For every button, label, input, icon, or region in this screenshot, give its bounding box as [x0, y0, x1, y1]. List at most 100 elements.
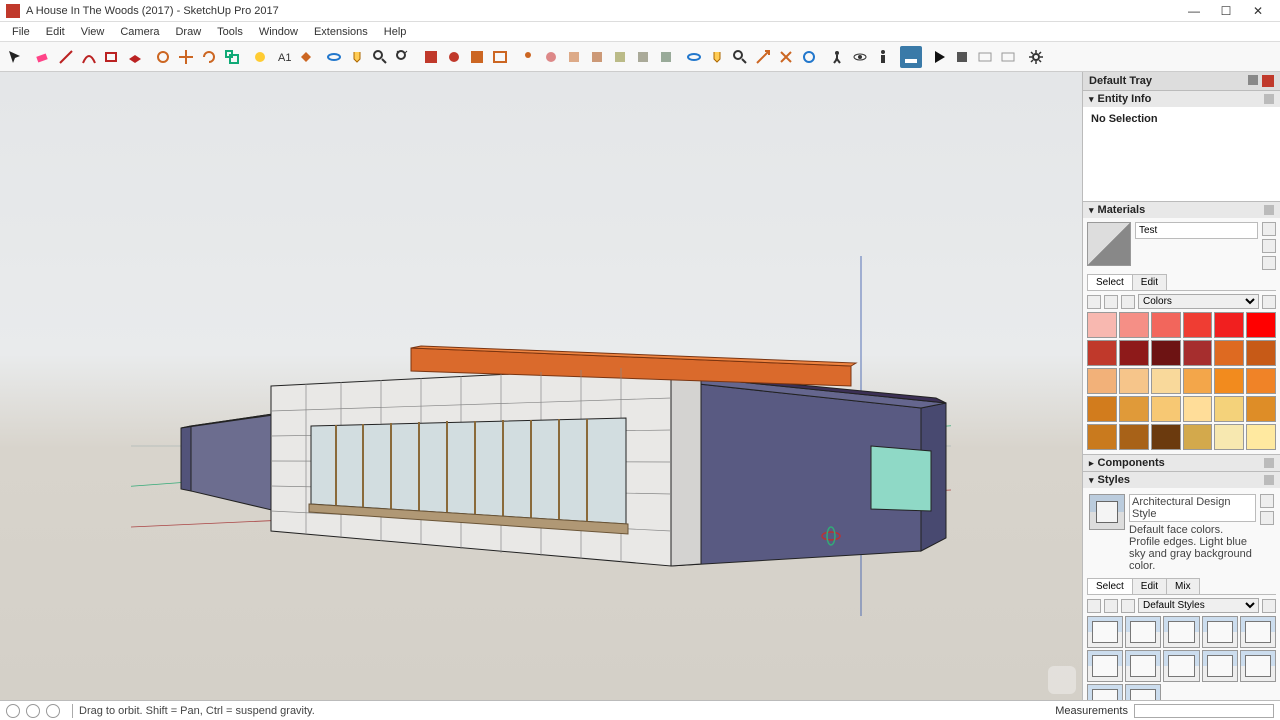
- color-swatch[interactable]: [1246, 340, 1276, 366]
- color-swatch[interactable]: [1087, 340, 1117, 366]
- style-item[interactable]: [1163, 650, 1199, 682]
- style-item[interactable]: [1125, 684, 1161, 700]
- color-swatch[interactable]: [1151, 368, 1181, 394]
- panel-header-entity[interactable]: ▾ Entity Info: [1083, 91, 1280, 107]
- color-swatch[interactable]: [1087, 424, 1117, 450]
- tape-tool[interactable]: [249, 46, 271, 68]
- pin-icon[interactable]: [1248, 75, 1258, 85]
- vray-material[interactable]: [540, 46, 562, 68]
- color-swatch[interactable]: [1119, 312, 1149, 338]
- plugin-zoom[interactable]: [729, 46, 751, 68]
- vray-geom[interactable]: [563, 46, 585, 68]
- style-item[interactable]: [1240, 616, 1276, 648]
- color-swatch[interactable]: [1214, 396, 1244, 422]
- menu-view[interactable]: View: [73, 24, 113, 40]
- nav-fwd-icon[interactable]: [1104, 295, 1118, 309]
- color-swatch[interactable]: [1214, 368, 1244, 394]
- panel-close-icon[interactable]: [1264, 205, 1274, 215]
- plugin-globe[interactable]: [798, 46, 820, 68]
- styles-tab-select[interactable]: Select: [1087, 578, 1133, 594]
- status-geo-icon[interactable]: [26, 704, 40, 718]
- color-swatch[interactable]: [1119, 424, 1149, 450]
- color-swatch[interactable]: [1246, 396, 1276, 422]
- zoom-extents-tool[interactable]: [392, 46, 414, 68]
- color-swatch[interactable]: [1214, 424, 1244, 450]
- menu-tools[interactable]: Tools: [209, 24, 251, 40]
- menu-file[interactable]: File: [4, 24, 38, 40]
- color-swatch[interactable]: [1151, 396, 1181, 422]
- style-item[interactable]: [1087, 616, 1123, 648]
- current-style-thumb[interactable]: [1089, 494, 1125, 530]
- nav-home-icon[interactable]: [1121, 295, 1135, 309]
- vray-frame[interactable]: [489, 46, 511, 68]
- panel-close-icon[interactable]: [1264, 458, 1274, 468]
- vray-util3[interactable]: [632, 46, 654, 68]
- color-swatch[interactable]: [1246, 368, 1276, 394]
- walk-tool[interactable]: [826, 46, 848, 68]
- styles-library-select[interactable]: Default Styles: [1138, 598, 1259, 613]
- scale-tool[interactable]: [221, 46, 243, 68]
- vray-render[interactable]: [443, 46, 465, 68]
- scene-prev[interactable]: [974, 46, 996, 68]
- color-swatch[interactable]: [1119, 340, 1149, 366]
- plugin-scale[interactable]: [752, 46, 774, 68]
- color-swatch[interactable]: [1183, 340, 1213, 366]
- style-item[interactable]: [1125, 616, 1161, 648]
- menu-draw[interactable]: Draw: [167, 24, 209, 40]
- color-swatch[interactable]: [1183, 368, 1213, 394]
- material-create-icon[interactable]: [1262, 222, 1276, 236]
- line-tool[interactable]: [55, 46, 77, 68]
- color-swatch[interactable]: [1246, 424, 1276, 450]
- color-swatch[interactable]: [1151, 340, 1181, 366]
- status-info-icon[interactable]: [6, 704, 20, 718]
- color-swatch[interactable]: [1119, 396, 1149, 422]
- panel-close-icon[interactable]: [1264, 475, 1274, 485]
- style-name[interactable]: Architectural Design Style: [1129, 494, 1256, 522]
- nav-back-icon[interactable]: [1087, 599, 1101, 613]
- plugin-orbit[interactable]: [683, 46, 705, 68]
- style-item[interactable]: [1163, 616, 1199, 648]
- style-update-icon[interactable]: [1260, 494, 1274, 508]
- maximize-button[interactable]: ☐: [1210, 1, 1242, 21]
- offset-tool[interactable]: [152, 46, 174, 68]
- style-item[interactable]: [1087, 684, 1123, 700]
- color-swatch[interactable]: [1087, 396, 1117, 422]
- tray-header[interactable]: Default Tray: [1083, 72, 1280, 91]
- vray-icon[interactable]: [420, 46, 442, 68]
- menu-camera[interactable]: Camera: [112, 24, 167, 40]
- viewport[interactable]: [0, 72, 1082, 700]
- shape-tool[interactable]: [101, 46, 123, 68]
- style-item[interactable]: [1087, 650, 1123, 682]
- color-swatch[interactable]: [1087, 368, 1117, 394]
- panel-header-styles[interactable]: ▾ Styles: [1083, 472, 1280, 488]
- panel-header-components[interactable]: ▸ Components: [1083, 455, 1280, 471]
- vray-rt[interactable]: [466, 46, 488, 68]
- color-swatch[interactable]: [1183, 312, 1213, 338]
- material-default-icon[interactable]: [1262, 239, 1276, 253]
- play-button[interactable]: [928, 46, 950, 68]
- material-back-icon[interactable]: [1262, 256, 1276, 270]
- vray-util4[interactable]: [655, 46, 677, 68]
- move-tool[interactable]: [175, 46, 197, 68]
- color-swatch[interactable]: [1151, 424, 1181, 450]
- materials-tab-edit[interactable]: Edit: [1132, 274, 1167, 290]
- vray-light[interactable]: [517, 46, 539, 68]
- style-item[interactable]: [1202, 616, 1238, 648]
- style-item[interactable]: [1240, 650, 1276, 682]
- vray-util1[interactable]: [586, 46, 608, 68]
- scene-next[interactable]: [997, 46, 1019, 68]
- orbit-tool[interactable]: [323, 46, 345, 68]
- rotate-tool[interactable]: [198, 46, 220, 68]
- lookaround-tool[interactable]: [849, 46, 871, 68]
- pan-tool[interactable]: [346, 46, 368, 68]
- arc-tool[interactable]: [78, 46, 100, 68]
- material-name-input[interactable]: [1135, 222, 1258, 239]
- color-swatch[interactable]: [1246, 312, 1276, 338]
- menu-help[interactable]: Help: [376, 24, 415, 40]
- color-swatch[interactable]: [1214, 340, 1244, 366]
- styles-tab-mix[interactable]: Mix: [1166, 578, 1200, 594]
- nav-back-icon[interactable]: [1087, 295, 1101, 309]
- settings-gear-icon[interactable]: [1025, 46, 1047, 68]
- color-swatch[interactable]: [1151, 312, 1181, 338]
- eraser-tool[interactable]: [32, 46, 54, 68]
